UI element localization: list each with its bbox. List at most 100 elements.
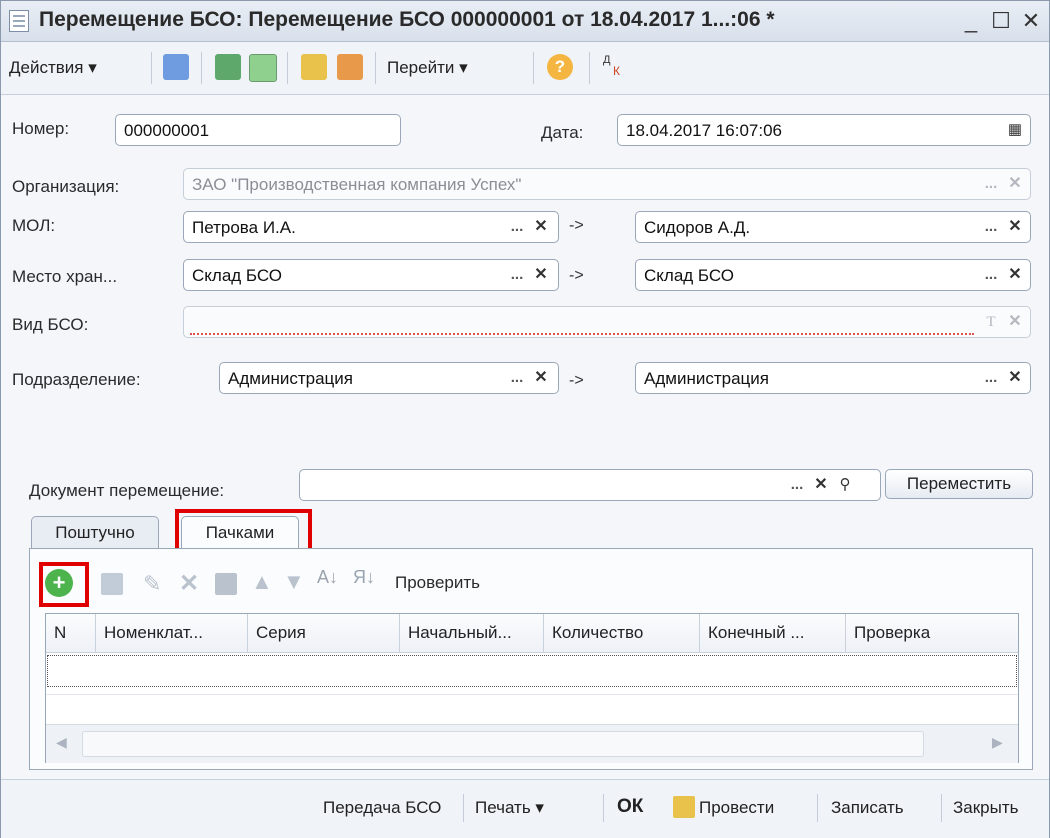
- column-header-n[interactable]: N: [46, 614, 96, 652]
- department-label: Подразделение:: [12, 370, 141, 389]
- organization-value: ЗАО "Производственная компания Успех": [192, 175, 522, 194]
- items-table[interactable]: N Номенклат... Серия Начальный... Количе…: [45, 613, 1019, 763]
- toolbar-separator: [151, 52, 152, 84]
- select-button-icon[interactable]: ...: [506, 367, 528, 389]
- close-window-button[interactable]: ✕: [1017, 7, 1045, 35]
- column-header-start[interactable]: Начальный...: [400, 614, 544, 652]
- column-header-check[interactable]: Проверка: [846, 614, 1018, 652]
- transfer-bso-button[interactable]: Передача БСО: [323, 798, 441, 818]
- clear-icon[interactable]: ✕: [1004, 264, 1026, 286]
- footer-bar: Передача БСО Печать ▾ ОК Провести Записа…: [1, 779, 1049, 838]
- minimize-button[interactable]: _: [957, 7, 985, 35]
- footer-separator: [817, 794, 818, 822]
- date-value: 18.04.2017 16:07:06: [626, 121, 782, 140]
- scrollbar-thumb[interactable]: [82, 731, 924, 757]
- column-header-quantity[interactable]: Количество: [544, 614, 700, 652]
- department-to-field[interactable]: Администрация ... ✕: [635, 362, 1031, 394]
- sort-descending-icon[interactable]: Я↓: [353, 567, 375, 588]
- copy-document-icon[interactable]: [249, 54, 277, 82]
- clear-icon[interactable]: ✕: [1004, 367, 1026, 389]
- debit-credit-icon[interactable]: Д К: [601, 54, 631, 80]
- footer-separator: [463, 794, 464, 822]
- actions-menu[interactable]: Действия ▾: [9, 54, 97, 82]
- close-button[interactable]: Закрыть: [953, 798, 1018, 818]
- unpost-document-icon[interactable]: [337, 54, 363, 80]
- toolbar-separator: [375, 52, 376, 84]
- post-and-close-icon[interactable]: [163, 54, 189, 80]
- select-button-icon[interactable]: ...: [506, 264, 528, 286]
- storage-label: Место хран...: [12, 267, 118, 286]
- clear-icon[interactable]: ✕: [530, 264, 552, 286]
- search-icon[interactable]: ⚲: [834, 474, 856, 496]
- toolbar-separator: [201, 52, 202, 84]
- date-label: Дата:: [541, 123, 584, 142]
- select-button-icon[interactable]: ...: [980, 216, 1002, 238]
- column-header-end[interactable]: Конечный ...: [700, 614, 846, 652]
- scroll-right-icon[interactable]: ▶: [992, 734, 1003, 751]
- clear-icon[interactable]: ✕: [1004, 216, 1026, 238]
- move-button[interactable]: Переместить: [885, 469, 1033, 499]
- required-underline: [190, 333, 974, 335]
- post-document-icon: [673, 796, 695, 818]
- toolbar-separator: [589, 52, 590, 84]
- mol-to-value: Сидоров А.Д.: [644, 218, 751, 237]
- department-from-value: Администрация: [228, 369, 353, 388]
- clear-icon[interactable]: ✕: [530, 367, 552, 389]
- organization-field: ЗАО "Производственная компания Успех" ..…: [183, 168, 1031, 200]
- help-icon[interactable]: ?: [547, 54, 573, 80]
- move-document-label: Документ перемещение:: [29, 481, 225, 500]
- tab-by-piece[interactable]: Поштучно: [31, 516, 159, 548]
- copy-row-icon: [101, 573, 123, 595]
- ok-button[interactable]: ОК: [617, 796, 643, 818]
- footer-separator: [941, 794, 942, 822]
- mol-from-field[interactable]: Петрова И.А. ... ✕: [183, 211, 559, 243]
- scroll-left-icon[interactable]: ◀: [56, 734, 67, 751]
- select-button-icon: ...: [984, 175, 998, 192]
- title-bar: Перемещение БСО: Перемещение БСО 0000000…: [1, 1, 1049, 42]
- department-to-value: Администрация: [644, 369, 769, 388]
- mol-label: МОЛ:: [12, 216, 56, 235]
- storage-from-value: Склад БСО: [192, 266, 283, 285]
- sort-ascending-icon[interactable]: A↓: [317, 567, 338, 588]
- transfer-arrow: ->: [569, 372, 584, 389]
- refresh-icon[interactable]: [215, 54, 241, 80]
- storage-from-field[interactable]: Склад БСО ... ✕: [183, 259, 559, 291]
- print-menu[interactable]: Печать ▾: [475, 798, 544, 818]
- clear-icon: ✕: [1008, 313, 1022, 330]
- select-button-icon[interactable]: ...: [980, 367, 1002, 389]
- column-header-series[interactable]: Серия: [248, 614, 400, 652]
- select-button-icon[interactable]: ...: [786, 474, 808, 496]
- window-title: Перемещение БСО: Перемещение БСО 0000000…: [39, 8, 775, 31]
- goto-menu[interactable]: Перейти ▾: [387, 54, 468, 82]
- toolbar-separator: [287, 52, 288, 84]
- maximize-button[interactable]: ☐: [987, 7, 1015, 35]
- check-button[interactable]: Проверить: [395, 573, 480, 593]
- mol-to-field[interactable]: Сидоров А.Д. ... ✕: [635, 211, 1031, 243]
- date-field[interactable]: 18.04.2017 16:07:06 ▦: [617, 114, 1031, 146]
- edit-row-icon: ✎: [143, 571, 162, 596]
- highlight-frame: [39, 562, 89, 607]
- select-button-icon[interactable]: ...: [506, 216, 528, 238]
- bso-type-field[interactable]: T ✕: [183, 306, 1031, 338]
- clear-icon[interactable]: ✕: [810, 474, 832, 496]
- table-row[interactable]: [47, 655, 1017, 687]
- move-up-icon: ▲: [251, 569, 273, 594]
- post-document-icon[interactable]: [301, 54, 327, 80]
- end-edit-icon: [215, 573, 237, 595]
- save-button[interactable]: Записать: [831, 798, 904, 818]
- number-label: Номер:: [12, 119, 70, 138]
- move-document-field[interactable]: ... ✕ ⚲: [299, 469, 881, 501]
- storage-to-field[interactable]: Склад БСО ... ✕: [635, 259, 1031, 291]
- row-divider: [46, 694, 1018, 695]
- calendar-icon[interactable]: ▦: [1004, 119, 1026, 141]
- document-icon: [9, 10, 29, 32]
- text-type-icon: T: [986, 314, 996, 330]
- column-header-nomenclature[interactable]: Номенклат...: [96, 614, 248, 652]
- number-value: 000000001: [124, 121, 210, 140]
- horizontal-scrollbar[interactable]: ◀ ▶: [46, 724, 1018, 763]
- department-from-field[interactable]: Администрация ... ✕: [219, 362, 559, 394]
- post-button[interactable]: Провести: [699, 798, 774, 818]
- clear-icon[interactable]: ✕: [530, 216, 552, 238]
- number-field[interactable]: 000000001: [115, 114, 401, 146]
- select-button-icon[interactable]: ...: [980, 264, 1002, 286]
